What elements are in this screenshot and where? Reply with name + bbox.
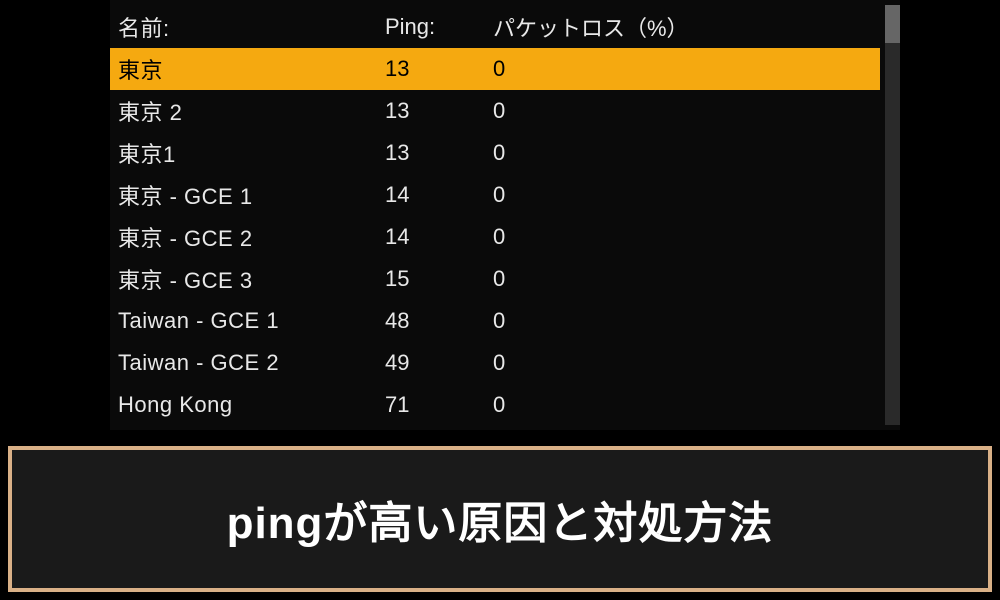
caption-banner: pingが高い原因と対処方法 xyxy=(8,446,992,592)
caption-text: pingが高い原因と対処方法 xyxy=(227,487,774,551)
server-packet-loss: 0 xyxy=(493,182,880,208)
server-ping: 13 xyxy=(385,98,493,124)
server-packet-loss: 0 xyxy=(493,266,880,292)
header-ping: Ping: xyxy=(385,14,493,40)
server-name: 東京 xyxy=(110,53,385,85)
server-ping: 71 xyxy=(385,392,493,418)
table-header-row: 名前: Ping: パケットロス（%） xyxy=(110,6,880,48)
server-ping: 14 xyxy=(385,182,493,208)
server-ping: 49 xyxy=(385,350,493,376)
server-ping: 15 xyxy=(385,266,493,292)
server-name: 東京 2 xyxy=(110,95,385,127)
server-packet-loss: 0 xyxy=(493,308,880,334)
server-packet-loss: 0 xyxy=(493,350,880,376)
scrollbar-track[interactable] xyxy=(885,5,900,425)
server-packet-loss: 0 xyxy=(493,224,880,250)
server-ping: 13 xyxy=(385,140,493,166)
server-name: Taiwan - GCE 2 xyxy=(110,350,385,376)
server-row[interactable]: Taiwan - GCE 2490 xyxy=(110,342,880,384)
scrollbar-thumb[interactable] xyxy=(885,5,900,43)
server-row[interactable]: Hong Kong710 xyxy=(110,384,880,426)
server-list-panel: 名前: Ping: パケットロス（%） 東京130東京 2130東京1130東京… xyxy=(110,0,900,430)
server-row[interactable]: 東京 2130 xyxy=(110,90,880,132)
server-name: 東京 - GCE 3 xyxy=(110,263,385,295)
server-row[interactable]: 東京 - GCE 2140 xyxy=(110,216,880,258)
server-name: Taiwan - GCE 1 xyxy=(110,308,385,334)
server-ping: 48 xyxy=(385,308,493,334)
header-packet-loss: パケットロス（%） xyxy=(493,11,880,43)
server-name: 東京1 xyxy=(110,137,385,169)
server-row[interactable]: Taiwan - GCE 1480 xyxy=(110,300,880,342)
server-ping: 13 xyxy=(385,56,493,82)
server-row[interactable]: 東京 - GCE 1140 xyxy=(110,174,880,216)
server-packet-loss: 0 xyxy=(493,140,880,166)
server-table: 名前: Ping: パケットロス（%） 東京130東京 2130東京1130東京… xyxy=(110,0,880,426)
header-name: 名前: xyxy=(110,11,385,43)
server-packet-loss: 0 xyxy=(493,98,880,124)
server-name: 東京 - GCE 1 xyxy=(110,179,385,211)
server-packet-loss: 0 xyxy=(493,56,880,82)
server-name: Hong Kong xyxy=(110,392,385,418)
server-row[interactable]: 東京130 xyxy=(110,48,880,90)
server-packet-loss: 0 xyxy=(493,392,880,418)
server-ping: 14 xyxy=(385,224,493,250)
server-name: 東京 - GCE 2 xyxy=(110,221,385,253)
server-row[interactable]: 東京1130 xyxy=(110,132,880,174)
server-row[interactable]: 東京 - GCE 3150 xyxy=(110,258,880,300)
